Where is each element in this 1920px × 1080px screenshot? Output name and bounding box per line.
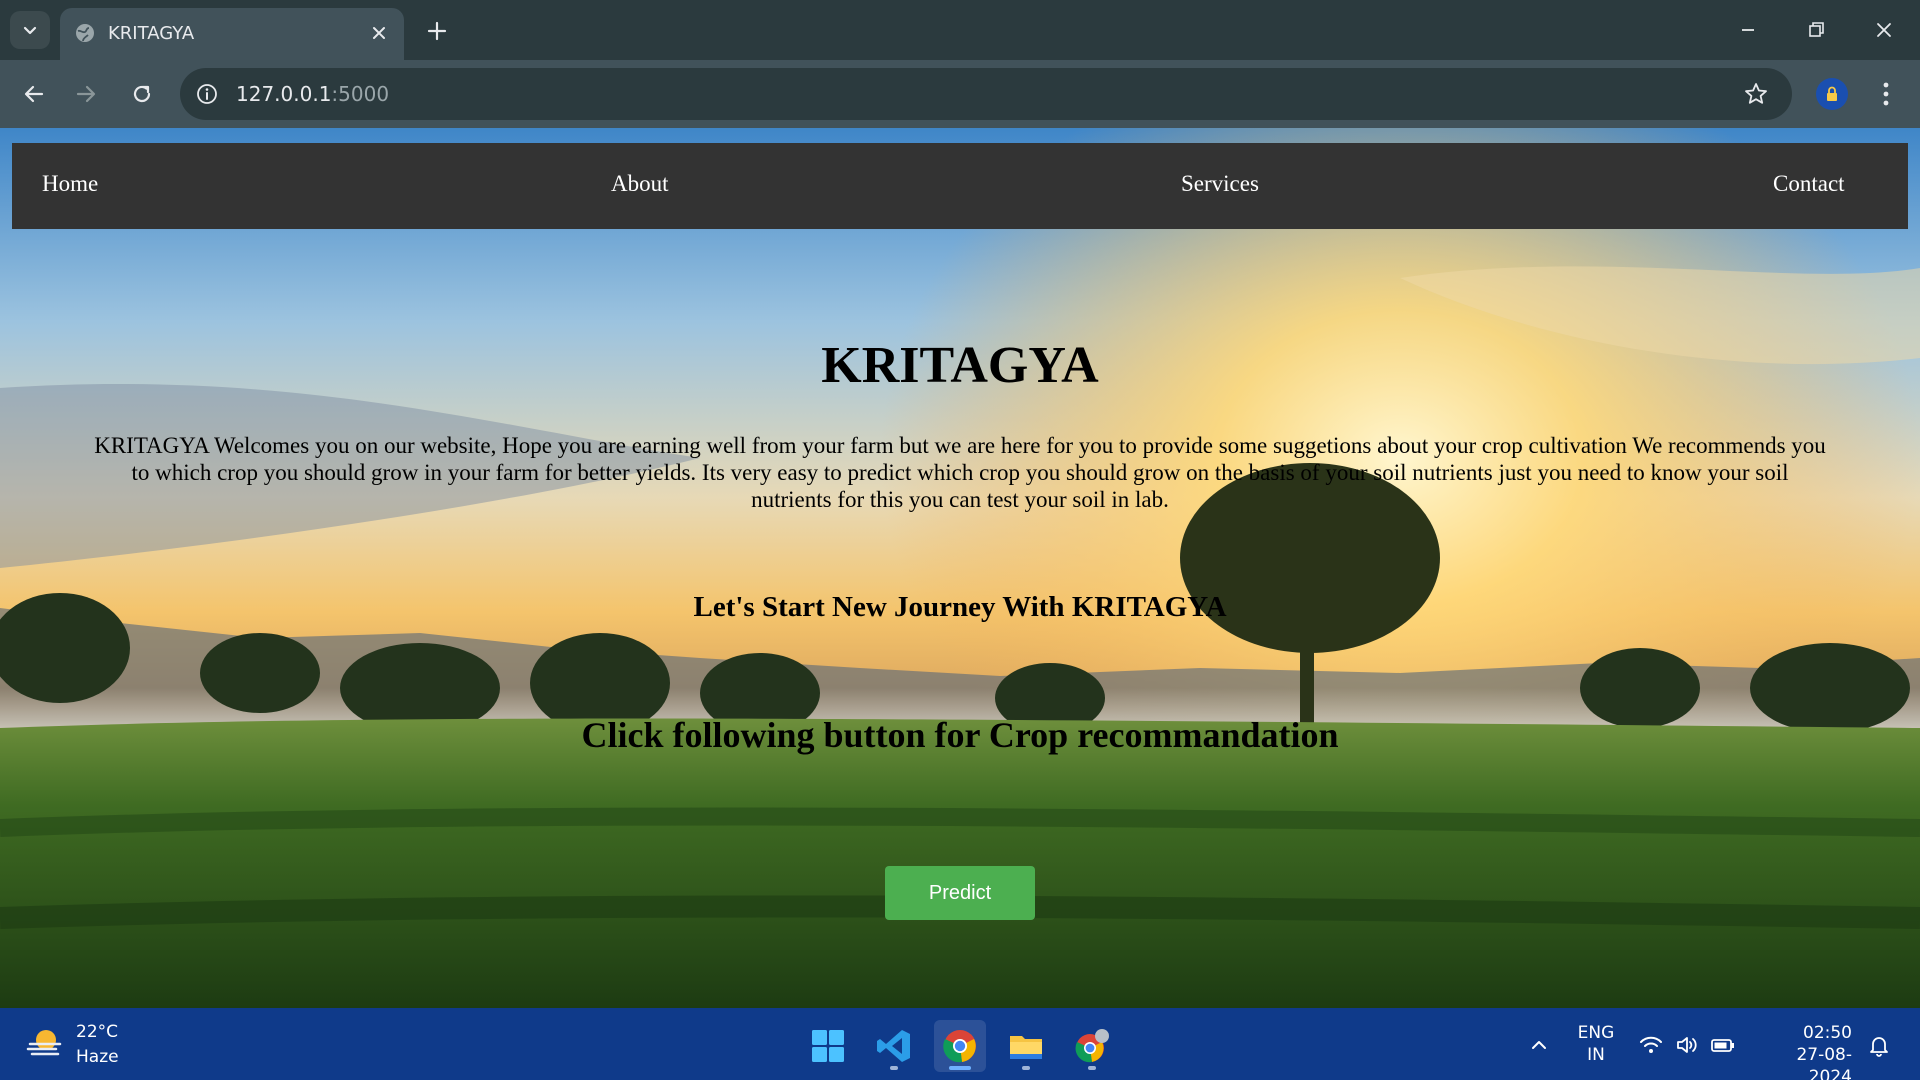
browser-tab-strip: KRITAGYA bbox=[0, 0, 1920, 60]
close-window-icon[interactable] bbox=[1870, 16, 1898, 44]
screen: KRITAGYA 127.0.0.1:5000 Home About Servi… bbox=[0, 0, 1920, 1080]
clock-time: 02:50 bbox=[1803, 1023, 1852, 1043]
lock-icon bbox=[1827, 86, 1837, 101]
url-host: 127.0.0.1 bbox=[236, 82, 332, 106]
language-code: ENG bbox=[1577, 1023, 1615, 1043]
windows-start-button[interactable] bbox=[802, 1020, 854, 1072]
predict-button[interactable]: Predict bbox=[885, 866, 1035, 920]
browser-toolbar: 127.0.0.1:5000 bbox=[0, 60, 1920, 128]
url-text[interactable]: 127.0.0.1:5000 bbox=[236, 82, 389, 106]
weather-condition: Haze bbox=[76, 1047, 119, 1067]
address-bar[interactable]: 127.0.0.1:5000 bbox=[180, 68, 1792, 120]
nav-contact-link[interactable]: Contact bbox=[1773, 171, 1845, 197]
system-clock[interactable]: 02:50 27-08-2024 bbox=[1756, 1022, 1852, 1080]
site-navbar: Home About Services Contact bbox=[12, 143, 1908, 229]
intro-paragraph: KRITAGYA Welcomes you on our website, Ho… bbox=[94, 433, 1826, 512]
windows-start-icon bbox=[812, 1030, 844, 1062]
vscode-icon bbox=[877, 1030, 910, 1062]
tab-title: KRITAGYA bbox=[108, 23, 195, 44]
url-port: :5000 bbox=[331, 82, 390, 106]
chrome-profile-icon bbox=[1075, 1029, 1109, 1063]
chrome-icon bbox=[943, 1030, 976, 1063]
more-menu-icon[interactable] bbox=[1872, 78, 1900, 110]
page-title: KRITAGYA bbox=[821, 337, 1099, 394]
taskbar-app-chrome-profile[interactable] bbox=[1066, 1020, 1118, 1072]
journey-heading: Let's Start New Journey With KRITAGYA bbox=[693, 591, 1227, 623]
taskbar: 22°C Haze ENG IN 02:50 27-08-2024 bbox=[0, 1008, 1920, 1080]
language-indicator[interactable]: ENG IN bbox=[1576, 1022, 1616, 1066]
wifi-icon[interactable] bbox=[1638, 1032, 1664, 1058]
weather-temperature: 22°C bbox=[76, 1022, 119, 1042]
nav-home-link[interactable]: Home bbox=[42, 171, 98, 197]
reload-icon[interactable] bbox=[128, 80, 156, 108]
region-code: IN bbox=[1587, 1045, 1605, 1065]
nav-about-link[interactable]: About bbox=[611, 171, 669, 197]
taskbar-app-chrome[interactable] bbox=[934, 1020, 986, 1072]
site-info-icon[interactable] bbox=[194, 81, 220, 107]
page-viewport: Home About Services Contact KRITAGYA KRI… bbox=[0, 128, 1920, 1008]
extension-lock-icon[interactable] bbox=[1816, 78, 1848, 110]
recommendation-heading: Click following button for Crop recomman… bbox=[581, 715, 1339, 755]
taskbar-app-file-explorer[interactable] bbox=[1000, 1020, 1052, 1072]
close-tab-icon[interactable] bbox=[368, 22, 390, 44]
running-indicator bbox=[1022, 1066, 1030, 1070]
restore-icon[interactable] bbox=[1802, 16, 1830, 44]
bookmark-star-icon[interactable] bbox=[1742, 80, 1770, 108]
tab-search-button[interactable] bbox=[10, 11, 50, 49]
volume-icon[interactable] bbox=[1674, 1032, 1700, 1058]
back-arrow-icon[interactable] bbox=[20, 80, 48, 108]
browser-tab[interactable]: KRITAGYA bbox=[60, 8, 404, 60]
running-indicator bbox=[1088, 1066, 1096, 1070]
battery-icon[interactable] bbox=[1710, 1032, 1736, 1058]
active-indicator bbox=[949, 1066, 971, 1070]
forward-arrow-icon[interactable] bbox=[72, 80, 100, 108]
nav-services-link[interactable]: Services bbox=[1181, 171, 1259, 197]
notification-bell-icon[interactable] bbox=[1866, 1032, 1892, 1058]
weather-haze-icon[interactable] bbox=[26, 1026, 66, 1062]
new-tab-icon[interactable] bbox=[424, 18, 450, 44]
chevron-down-icon bbox=[23, 26, 37, 35]
chevron-up-icon[interactable] bbox=[1526, 1032, 1552, 1058]
minimize-icon[interactable] bbox=[1734, 16, 1762, 44]
taskbar-app-vscode[interactable] bbox=[868, 1020, 920, 1072]
clock-date: 27-08-2024 bbox=[1796, 1045, 1852, 1080]
running-indicator bbox=[890, 1066, 898, 1070]
globe-icon bbox=[76, 24, 94, 42]
file-explorer-icon bbox=[1010, 1036, 1042, 1059]
